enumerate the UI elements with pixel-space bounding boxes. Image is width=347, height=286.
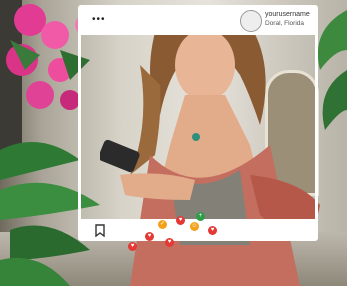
- username[interactable]: yourusername: [265, 11, 310, 18]
- post-frame: [78, 5, 318, 241]
- heart-icon: ♥: [165, 238, 174, 247]
- heart-icon: ♥: [176, 216, 185, 225]
- more-dots-icon[interactable]: •••: [92, 15, 106, 25]
- heart-icon: ♥: [128, 242, 137, 251]
- post-footer: [81, 219, 315, 241]
- smile-icon: ☺: [190, 222, 199, 231]
- heart-icon: ♥: [145, 232, 154, 241]
- heart-icon: ♥: [208, 226, 217, 235]
- thumbs-up-icon: +: [196, 212, 205, 221]
- bookmark-icon[interactable]: [94, 224, 106, 237]
- location-label: Doral, Florida: [265, 20, 305, 27]
- like-icon: ✓: [158, 220, 167, 229]
- avatar[interactable]: [240, 10, 262, 32]
